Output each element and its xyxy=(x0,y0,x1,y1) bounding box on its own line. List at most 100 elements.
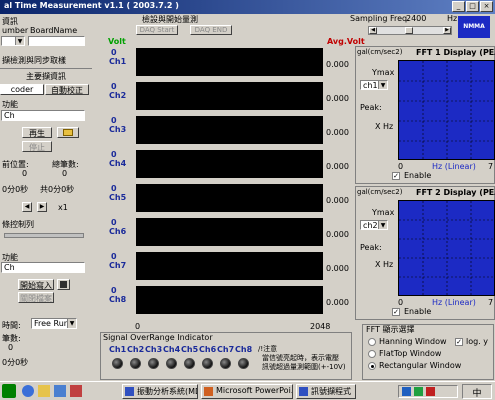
minimize-button[interactable]: _ xyxy=(452,1,465,12)
title-bar: al Time Measurement v1.1 ( 2003.7.2 ) xyxy=(0,0,495,14)
tab-encoder[interactable]: coder xyxy=(0,84,44,95)
avg-value: 0.000 xyxy=(326,94,349,103)
fft1-hz-label: X Hz xyxy=(375,122,394,131)
log-y-label: log. y xyxy=(466,337,489,346)
fft1-unit: gal(cm/sec2) xyxy=(357,48,403,56)
fft2-channel-select[interactable]: ch2 ▼ xyxy=(360,220,388,230)
app-icon xyxy=(125,387,134,396)
overrange-led-ch3 xyxy=(148,358,159,369)
overrange-title: Signal OverRange Indicator xyxy=(103,333,213,342)
avg-value: 0.000 xyxy=(326,162,349,171)
start-button[interactable] xyxy=(2,384,16,398)
avg-value: 0.000 xyxy=(326,128,349,137)
ime-indicator[interactable]: 中 xyxy=(462,384,492,399)
channel-name: Ch6 xyxy=(109,227,127,236)
task-powerpoint[interactable]: Microsoft PowerPoi... xyxy=(201,384,293,399)
slider-thumb[interactable] xyxy=(405,27,413,34)
slider-right-arrow-icon[interactable]: ▶ xyxy=(443,27,451,34)
number-select[interactable]: ▼ xyxy=(1,36,25,46)
note-line2: 訊號超過量測範圍(+-10V) xyxy=(262,363,346,371)
maximize-button[interactable]: □ xyxy=(466,1,479,12)
boardname-label: BoardName xyxy=(30,26,78,35)
record-function-field[interactable]: Ch xyxy=(1,262,85,273)
records-value: 0 xyxy=(8,343,14,352)
fft2-enable-checkbox[interactable]: ✓ xyxy=(392,308,400,316)
overrange-label: Ch7 xyxy=(217,345,235,354)
chevron-down-icon: ▼ xyxy=(378,221,387,229)
rewind-button[interactable]: ◀ xyxy=(22,202,32,212)
sync-status-text: 擷檢測與同步取樣 xyxy=(2,56,66,65)
play-button[interactable]: 再生 xyxy=(22,127,52,138)
log-y-checkbox[interactable]: ✓ xyxy=(455,338,463,346)
playback-slider[interactable] xyxy=(4,233,84,238)
daq-end-button[interactable]: DAQ END xyxy=(190,25,232,35)
left-divider xyxy=(0,68,92,69)
close-file-button[interactable]: 關閉檔案 xyxy=(18,292,54,303)
slider-left-arrow-icon[interactable]: ◀ xyxy=(369,27,377,34)
channel-name: Ch3 xyxy=(109,125,127,134)
daq-start-button[interactable]: DAQ Start xyxy=(136,25,178,35)
window-title: al Time Measurement v1.1 ( 2003.7.2 ) xyxy=(4,1,179,10)
hanning-radio[interactable] xyxy=(368,338,376,346)
overrange-led-ch4 xyxy=(166,358,177,369)
overrange-led-ch5 xyxy=(184,358,195,369)
tray-icon[interactable] xyxy=(402,387,411,396)
forward-button[interactable]: ▶ xyxy=(37,202,47,212)
trace-ch2 xyxy=(136,82,323,110)
arrow-left-icon: ◀ xyxy=(24,203,30,210)
time-mode-select[interactable]: Free Run ▼ xyxy=(31,318,77,329)
overrange-label: Ch8 xyxy=(235,345,253,354)
speed-label: x1 xyxy=(58,203,68,212)
tray-icon[interactable] xyxy=(414,387,423,396)
fft1-channel-select[interactable]: ch1 ▼ xyxy=(360,80,388,90)
sampling-slider[interactable]: ◀ ▶ xyxy=(368,26,452,35)
start-write-button[interactable]: 開始寫入 xyxy=(18,279,54,290)
desktop-icon[interactable] xyxy=(54,385,66,397)
close-button[interactable]: × xyxy=(480,1,493,12)
total-time-label: 共0分0秒 xyxy=(40,185,75,194)
app-icon xyxy=(299,387,308,396)
boardname-field[interactable] xyxy=(28,36,85,46)
task-mdi[interactable]: 振動分析系統(MDI) xyxy=(122,384,198,399)
floppy-icon xyxy=(60,281,67,288)
time-mode-label: 時間: xyxy=(2,321,21,330)
save-button[interactable] xyxy=(57,279,70,290)
channel-name: Ch4 xyxy=(109,159,127,168)
overrange-label: Ch2 xyxy=(127,345,145,354)
trace-ch1 xyxy=(136,48,323,76)
fft2-hz-label: X Hz xyxy=(375,260,394,269)
fft2-title: FFT 2 Display (PEAK xyxy=(416,188,495,197)
fft1-enable-label: Enable xyxy=(404,171,432,180)
flattop-radio[interactable] xyxy=(368,350,376,358)
ie-icon[interactable] xyxy=(22,385,34,397)
fft1-title: FFT 1 Display (PEAK xyxy=(416,48,495,57)
function-field[interactable]: Ch xyxy=(1,110,85,121)
trace-ch5 xyxy=(136,184,323,212)
function-label: 功能 xyxy=(2,100,18,109)
fft1-peak-label: Peak: xyxy=(360,103,382,112)
flattop-label: FlatTop Window xyxy=(379,349,442,358)
sampling-label: Sampling Freq. xyxy=(350,14,410,23)
tray-icon[interactable] xyxy=(426,387,435,396)
open-folder-button[interactable] xyxy=(57,127,79,138)
folder-icon xyxy=(63,129,73,136)
app-icon[interactable] xyxy=(70,385,82,397)
task-signal[interactable]: 訊號擷程式 xyxy=(296,384,356,399)
channel-label: 0 xyxy=(111,184,117,193)
stop-button[interactable]: 停止 xyxy=(22,141,52,152)
fft2-ymax-label: Ymax xyxy=(372,208,395,217)
overrange-led-ch7 xyxy=(220,358,231,369)
trace-ch4 xyxy=(136,150,323,178)
rectangular-label: Rectangular Window xyxy=(379,361,462,370)
overrange-label: Ch6 xyxy=(199,345,217,354)
rectangular-radio[interactable] xyxy=(368,362,376,370)
fft2-plot xyxy=(398,200,495,297)
fft1-enable-checkbox[interactable]: ✓ xyxy=(392,172,400,180)
overrange-led-ch8 xyxy=(238,358,249,369)
fft2-x-label: Hz (Linear) xyxy=(432,298,476,307)
tab-auto-calibrate[interactable]: 自動校正 xyxy=(45,84,89,95)
fft1-x-min: 0 xyxy=(398,162,404,171)
sampling-unit: Hz xyxy=(447,14,458,23)
channel-label: 0 xyxy=(111,252,117,261)
folder-icon[interactable] xyxy=(38,385,50,397)
